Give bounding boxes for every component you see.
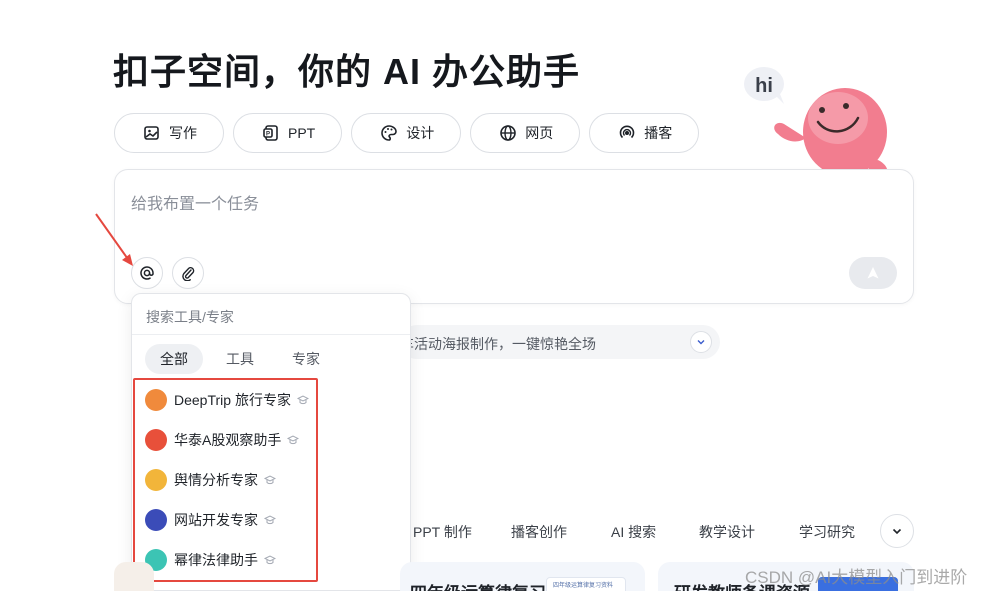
expert-list: DeepTrip 旅行专家 华泰A股观察助手 舆情分析专家 网站开发专家 幂律法… bbox=[132, 380, 410, 580]
suggestion-bar[interactable]: 车活动海报制作，一键惊艳全场 bbox=[400, 325, 720, 359]
chip-label: 写作 bbox=[169, 125, 197, 141]
mention-dropdown: 搜索工具/专家 全部 工具 专家 DeepTrip 旅行专家 华泰A股观察助手 … bbox=[131, 293, 411, 591]
palette-icon bbox=[381, 125, 398, 141]
task-input-box[interactable]: 给我布置一个任务 bbox=[114, 169, 914, 304]
expert-avatar bbox=[145, 389, 167, 411]
list-item[interactable]: 华泰A股观察助手 bbox=[132, 420, 410, 460]
graduation-cap-icon bbox=[296, 395, 309, 405]
tab-experts[interactable]: 专家 bbox=[277, 344, 335, 374]
list-item[interactable]: 幂律法律助手 bbox=[132, 540, 410, 580]
expert-name: 舆情分析专家 bbox=[174, 472, 258, 488]
suggestion-text: 车活动海报制作，一键惊艳全场 bbox=[400, 336, 596, 352]
list-item[interactable]: 网站开发专家 bbox=[132, 500, 410, 540]
chip-design[interactable]: 设计 bbox=[351, 113, 462, 153]
graduation-cap-icon bbox=[264, 515, 276, 525]
chip-writing[interactable]: 写作 bbox=[114, 113, 224, 153]
card-thumbnail: 四年级运算律复习资料 bbox=[546, 577, 626, 591]
chip-label: 设计 bbox=[406, 125, 435, 141]
category-ppt[interactable]: PPT 制作 bbox=[413, 522, 511, 542]
task-input[interactable]: 给我布置一个任务 bbox=[131, 190, 259, 214]
mascot-greeting: hi bbox=[755, 75, 773, 97]
page-title: 扣子空间，你的 AI 办公助手 bbox=[113, 51, 581, 92]
paperclip-icon bbox=[182, 267, 195, 281]
graduation-cap-icon bbox=[264, 475, 276, 485]
podcast-icon bbox=[620, 125, 635, 139]
chip-label: 网页 bbox=[525, 125, 554, 141]
card-title: 四年级运算律复习 bbox=[410, 579, 546, 591]
at-icon bbox=[140, 266, 154, 280]
card-thumbnail-title: 四年级运算律复习资料 bbox=[553, 583, 614, 589]
chip-webpage[interactable]: 网页 bbox=[470, 113, 581, 153]
expert-name: 网站开发专家 bbox=[174, 512, 258, 528]
watermark: CSDN @AI大模型入门到进阶 bbox=[745, 568, 968, 587]
category-teaching[interactable]: 教学设计 bbox=[699, 522, 799, 542]
expert-avatar bbox=[145, 509, 167, 531]
dropdown-tabs: 全部 工具 专家 bbox=[145, 344, 335, 374]
mode-chips: 写作 P PPT 设计 网页 播客 bbox=[114, 113, 700, 153]
chip-ppt[interactable]: P PPT bbox=[233, 113, 343, 153]
tab-all[interactable]: 全部 bbox=[145, 344, 203, 374]
category-podcast[interactable]: 播客创作 bbox=[511, 522, 611, 542]
annotation-arrow bbox=[95, 213, 133, 266]
send-arrow-icon bbox=[867, 267, 879, 279]
chip-label: PPT bbox=[288, 125, 316, 141]
chevron-down-icon bbox=[697, 340, 705, 345]
ppt-icon: P bbox=[263, 125, 278, 141]
globe-icon bbox=[500, 125, 517, 141]
category-ai-search[interactable]: AI 搜索 bbox=[611, 522, 699, 542]
svg-text:P: P bbox=[266, 132, 270, 138]
category-more-button[interactable] bbox=[880, 514, 914, 548]
template-card[interactable]: 四年级运算律复习 四年级运算律复习资料 bbox=[400, 562, 645, 591]
expert-name: 华泰A股观察助手 bbox=[174, 432, 282, 448]
mascot-illustration: hi bbox=[744, 67, 888, 176]
graduation-cap-icon bbox=[264, 555, 276, 565]
dropdown-search-input[interactable]: 搜索工具/专家 bbox=[146, 307, 234, 327]
chip-podcast[interactable]: 播客 bbox=[589, 113, 700, 153]
suggestion-expand-button[interactable] bbox=[690, 331, 712, 353]
divider bbox=[132, 334, 410, 335]
graduation-cap-icon bbox=[287, 435, 300, 445]
list-item[interactable]: 舆情分析专家 bbox=[132, 460, 410, 500]
image-edit-icon bbox=[144, 126, 159, 140]
expert-avatar bbox=[145, 469, 167, 491]
send-button[interactable] bbox=[849, 257, 897, 289]
list-item[interactable]: DeepTrip 旅行专家 bbox=[132, 380, 410, 420]
chevron-down-icon bbox=[892, 528, 902, 535]
expert-name: DeepTrip 旅行专家 bbox=[174, 392, 291, 408]
category-study[interactable]: 学习研究 bbox=[799, 522, 893, 542]
category-tabs: PPT 制作 播客创作 AI 搜索 教学设计 学习研究 bbox=[413, 522, 893, 542]
expert-name: 幂律法律助手 bbox=[174, 552, 258, 568]
expert-avatar bbox=[145, 429, 167, 451]
tab-tools[interactable]: 工具 bbox=[211, 344, 269, 374]
chip-label: 播客 bbox=[644, 125, 673, 141]
template-card[interactable] bbox=[114, 562, 154, 591]
attach-button[interactable] bbox=[172, 257, 204, 289]
